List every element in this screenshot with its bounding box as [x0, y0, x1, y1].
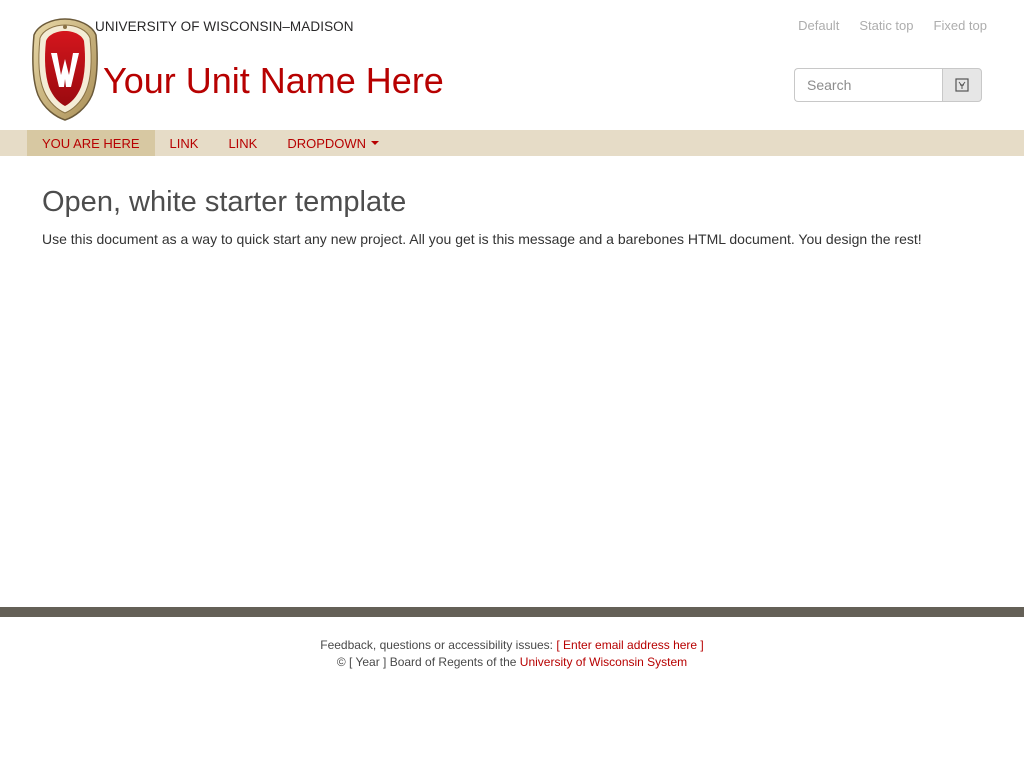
footer-system-link[interactable]: University of Wisconsin System: [520, 655, 687, 669]
nav-item-dropdown[interactable]: DROPDOWN: [272, 130, 394, 156]
footer-email-link[interactable]: [ Enter email address here ]: [556, 638, 703, 652]
nav-item-you-are-here[interactable]: YOU ARE HERE: [27, 130, 155, 156]
nav-item-link-1[interactable]: LINK: [155, 130, 214, 156]
page-title: Open, white starter template: [42, 186, 407, 218]
nav-dropdown-label: DROPDOWN: [287, 135, 367, 151]
top-link-default[interactable]: Default: [798, 18, 839, 33]
uw-crest-icon[interactable]: [30, 17, 100, 121]
search-icon: [955, 78, 969, 92]
nav-item-link-2[interactable]: LINK: [213, 130, 272, 156]
search-input[interactable]: [794, 68, 942, 102]
footer-copyright-text: © [ Year ] Board of Regents of the: [336, 655, 517, 669]
unit-name-title[interactable]: Your Unit Name Here: [103, 60, 444, 102]
footer-copyright-line: © [ Year ] Board of Regents of the Unive…: [0, 654, 1024, 671]
footer-feedback-line: Feedback, questions or accessibility iss…: [0, 637, 1024, 654]
search-button[interactable]: [942, 68, 982, 102]
top-link-static-top[interactable]: Static top: [859, 18, 913, 33]
university-name[interactable]: UNIVERSITY OF WISCONSIN–MADISON: [95, 19, 354, 34]
site-header: UNIVERSITY OF WISCONSIN–MADISON Your Uni…: [0, 0, 1024, 130]
caret-down-icon: [371, 141, 380, 145]
page-description: Use this document as a way to quick star…: [42, 231, 922, 247]
footer-divider: [0, 607, 1024, 617]
top-link-fixed-top[interactable]: Fixed top: [934, 18, 987, 33]
main-navbar: YOU ARE HERE LINK LINK DROPDOWN: [0, 130, 1024, 156]
footer-feedback-label: Feedback, questions or accessibility iss…: [320, 638, 554, 652]
top-links: Default Static top Fixed top: [798, 18, 987, 33]
site-footer: Feedback, questions or accessibility iss…: [0, 637, 1024, 671]
search-form: [794, 68, 982, 102]
